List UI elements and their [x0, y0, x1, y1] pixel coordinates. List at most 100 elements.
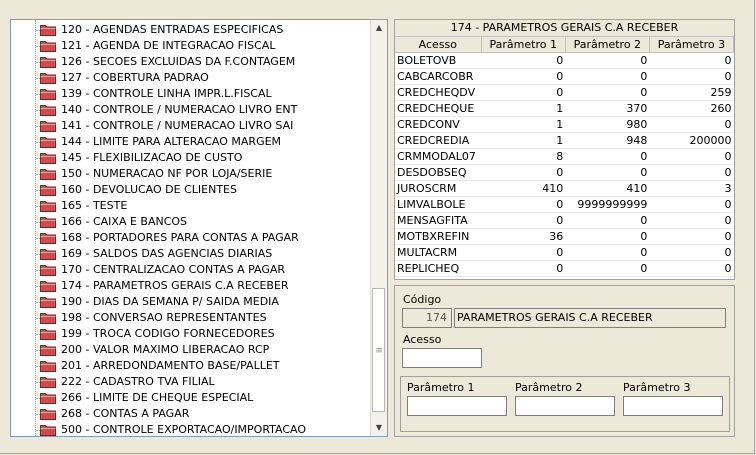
folder-icon	[40, 201, 56, 212]
cell-parametro-2: 0	[565, 68, 650, 85]
table-row[interactable]: JUROSCRM 410 410 3	[395, 180, 734, 197]
cell-acesso: CREDCHEQDV	[395, 84, 482, 101]
tree-item[interactable]: 168 - PORTADORES PARA CONTAS A PAGAR	[11, 230, 371, 246]
tree-item-label: 166 - CAIXA E BANCOS	[61, 215, 188, 228]
tree-item[interactable]: 170 - CENTRALIZACAO CONTAS A PAGAR	[11, 262, 371, 278]
tree-item[interactable]: 190 - DIAS DA SEMANA P/ SAIDA MEDIA	[11, 294, 371, 310]
tree-item[interactable]: 150 - NUMERACAO NF POR LOJA/SERIE	[11, 166, 371, 182]
cell-parametro-3: 0	[649, 52, 734, 69]
scrollbar-thumb[interactable]: ≡	[372, 288, 385, 412]
cell-parametro-3: 259	[649, 84, 734, 101]
tree-item[interactable]: 139 - CONTROLE LINHA IMPR.L.FISCAL	[11, 86, 371, 102]
detail-form: Código 174 PARAMETROS GERAIS C.A RECEBER…	[394, 285, 735, 437]
tree-item[interactable]: 222 - CADASTRO TVA FILIAL	[11, 374, 371, 390]
tree-item[interactable]: 160 - DEVOLUCAO DE CLIENTES	[11, 182, 371, 198]
cell-parametro-2: 0	[565, 212, 650, 229]
parameters-table: Acesso Parâmetro 1 Parâmetro 2 Parâmetro…	[395, 37, 734, 277]
cell-parametro-1: 410	[481, 180, 566, 197]
parametro-1-input[interactable]	[407, 396, 507, 416]
tree-item[interactable]: 121 - AGENDA DE INTEGRACAO FISCAL	[11, 38, 371, 54]
column-header-acesso[interactable]: Acesso	[395, 37, 482, 53]
table-row[interactable]: MOTBXREFIN 36 0 0	[395, 228, 734, 245]
cell-acesso: MENSAGFITA	[395, 212, 482, 229]
table-row[interactable]: MULTACRM 0 0 0	[395, 244, 734, 261]
cell-parametro-2: 948	[565, 132, 650, 149]
tree-item[interactable]: 268 - CONTAS A PAGAR	[11, 406, 371, 422]
tree-item-label: 139 - CONTROLE LINHA IMPR.L.FISCAL	[61, 87, 272, 100]
folder-icon	[40, 153, 56, 164]
parametros-group: Parâmetro 1 Parâmetro 2 Parâmetro 3	[400, 376, 730, 432]
cell-parametro-1: 0	[481, 212, 566, 229]
tree-item[interactable]: 166 - CAIXA E BANCOS	[11, 214, 371, 230]
cell-acesso: MULTACRM	[395, 244, 482, 261]
cell-parametro-1: 0	[481, 68, 566, 85]
parametro-2-label: Parâmetro 2	[515, 381, 583, 394]
tree-scrollbar[interactable]: ▲ ≡ ▼	[370, 20, 387, 436]
tree-item[interactable]: 126 - SECOES EXCLUIDAS DA F.CONTAGEM	[11, 54, 371, 70]
folder-icon	[40, 25, 56, 36]
tree-item[interactable]: 174 - PARAMETROS GERAIS C.A RECEBER	[11, 278, 371, 294]
cell-parametro-3: 0	[649, 116, 734, 133]
cell-parametro-3: 3	[649, 180, 734, 197]
table-row[interactable]: MENSAGFITA 0 0 0	[395, 212, 734, 229]
folder-icon	[40, 73, 56, 84]
tree-item[interactable]: 140 - CONTROLE / NUMERACAO LIVRO ENT	[11, 102, 371, 118]
tree-item[interactable]: 201 - ARREDONDAMENTO BASE/PALLET	[11, 358, 371, 374]
tree-item-label: 141 - CONTROLE / NUMERACAO LIVRO SAI	[61, 119, 294, 132]
column-header-parametro-3[interactable]: Parâmetro 3	[649, 37, 734, 53]
parametro-3-input[interactable]	[623, 396, 723, 416]
codigo-field[interactable]: 174	[402, 308, 452, 328]
parameter-tree[interactable]: 120 - AGENDAS ENTRADAS ESPECIFICAS 121 - …	[10, 19, 388, 437]
table-row[interactable]: LIMVALBOLE 0 9999999999 0	[395, 196, 734, 213]
codigo-label: Código	[403, 293, 442, 306]
tree-item[interactable]: 200 - VALOR MAXIMO LIBERACAO RCP	[11, 342, 371, 358]
tree-item[interactable]: 144 - LIMITE PARA ALTERACAO MARGEM	[11, 134, 371, 150]
tree-item[interactable]: 266 - LIMITE DE CHEQUE ESPECIAL	[11, 390, 371, 406]
tree-item[interactable]: 127 - COBERTURA PADRAO	[11, 70, 371, 86]
tree-item[interactable]: 198 - CONVERSAO REPRESENTANTES	[11, 310, 371, 326]
folder-icon	[40, 313, 56, 324]
parametro-3-label: Parâmetro 3	[623, 381, 691, 394]
table-row[interactable]: CREDCHEQDV 0 0 259	[395, 84, 734, 101]
tree-item[interactable]: 120 - AGENDAS ENTRADAS ESPECIFICAS	[11, 22, 371, 38]
parameters-grid[interactable]: 174 - PARAMETROS GERAIS C.A RECEBER Aces…	[394, 19, 735, 280]
cell-parametro-3: 0	[649, 164, 734, 181]
scroll-up-arrow-icon[interactable]: ▲	[371, 20, 387, 36]
scroll-down-arrow-icon[interactable]: ▼	[371, 420, 387, 436]
table-row[interactable]: CREDCONV 1 980 0	[395, 116, 734, 133]
cell-parametro-1: 0	[481, 244, 566, 261]
table-row[interactable]: CREDCREDIA 1 948 200000	[395, 132, 734, 149]
tree-item[interactable]: 145 - FLEXIBILIZACAO DE CUSTO	[11, 150, 371, 166]
cell-parametro-3: 0	[649, 244, 734, 261]
tree-item[interactable]: 165 - TESTE	[11, 198, 371, 214]
column-header-parametro-1[interactable]: Parâmetro 1	[481, 37, 566, 53]
acesso-input[interactable]	[402, 348, 482, 368]
grid-title: 174 - PARAMETROS GERAIS C.A RECEBER	[395, 20, 734, 37]
tree-item[interactable]: 500 - CONTROLE EXPORTACAO/IMPORTACAO	[11, 422, 371, 436]
cell-acesso: BOLETOVB	[395, 52, 482, 69]
tree-item[interactable]: 169 - SALDOS DAS AGENCIAS DIARIAS	[11, 246, 371, 262]
column-header-parametro-2[interactable]: Parâmetro 2	[565, 37, 650, 53]
tree-item-label: 222 - CADASTRO TVA FILIAL	[61, 375, 215, 388]
parametro-2-input[interactable]	[515, 396, 615, 416]
cell-parametro-3: 0	[649, 148, 734, 165]
tree-item-label: 168 - PORTADORES PARA CONTAS A PAGAR	[61, 231, 299, 244]
table-row[interactable]: CRMMODAL07 8 0 0	[395, 148, 734, 165]
tree-item-label: 174 - PARAMETROS GERAIS C.A RECEBER	[61, 279, 289, 292]
folder-icon	[40, 89, 56, 100]
tree-item-label: 144 - LIMITE PARA ALTERACAO MARGEM	[61, 135, 282, 148]
cell-acesso: MOTBXREFIN	[395, 228, 482, 245]
tree-item-label: 266 - LIMITE DE CHEQUE ESPECIAL	[61, 391, 254, 404]
table-row[interactable]: CABCARCOBR 0 0 0	[395, 68, 734, 85]
cell-parametro-2: 370	[565, 100, 650, 117]
cell-parametro-2: 0	[565, 260, 650, 277]
table-row[interactable]: REPLICHEQ 0 0 0	[395, 260, 734, 277]
table-row[interactable]: BOLETOVB 0 0 0	[395, 52, 734, 69]
cell-parametro-3: 0	[649, 228, 734, 245]
table-row[interactable]: CREDCHEQUE 1 370 260	[395, 100, 734, 117]
tree-item[interactable]: 199 - TROCA CODIGO FORNECEDORES	[11, 326, 371, 342]
tree-item[interactable]: 141 - CONTROLE / NUMERACAO LIVRO SAI	[11, 118, 371, 134]
folder-icon	[40, 377, 56, 388]
table-row[interactable]: DESDOBSEQ 0 0 0	[395, 164, 734, 181]
cell-acesso: CRMMODAL07	[395, 148, 482, 165]
